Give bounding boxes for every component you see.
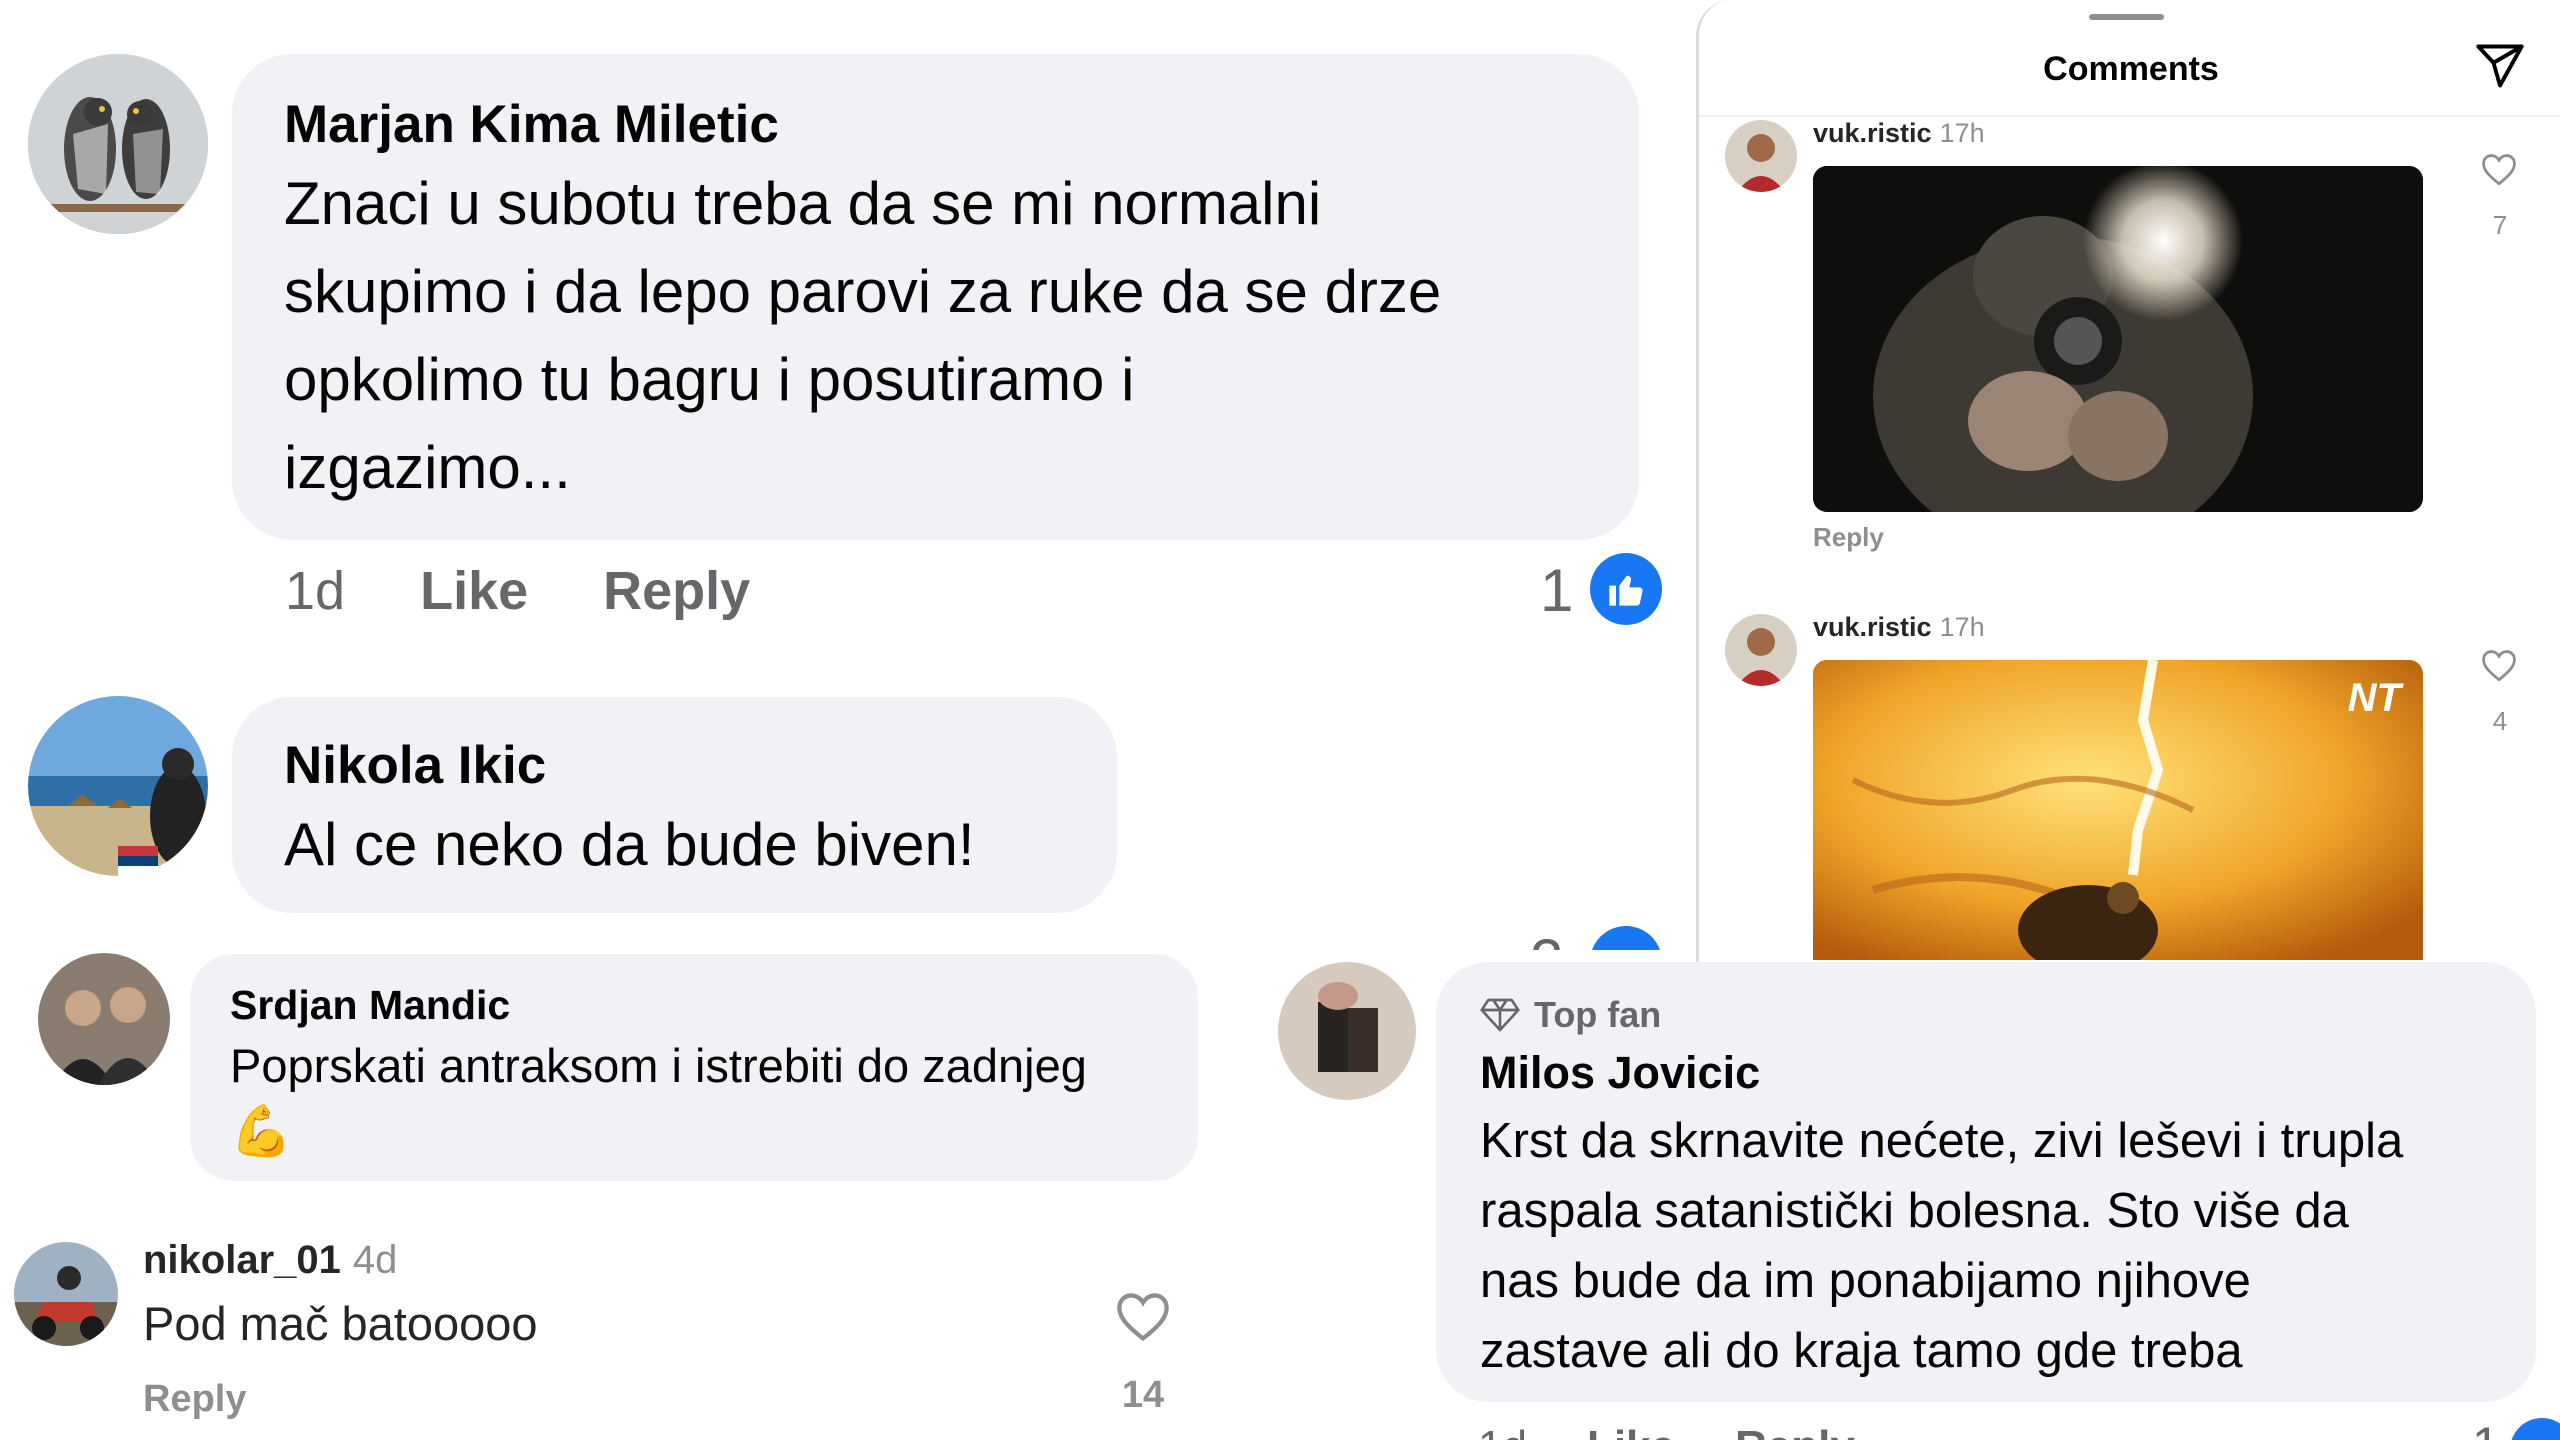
reaction-count: 2: [1530, 926, 1563, 950]
commenter-name[interactable]: Milos Jovicic: [1480, 1040, 2492, 1106]
comment-text: Pod mač batooooo: [143, 1297, 538, 1350]
profile-photo-icon: [1278, 962, 1416, 1100]
gif-watermark: NT: [2347, 676, 2401, 720]
avatar[interactable]: [1278, 962, 1416, 1100]
comment-text: Al ce neko da bude biven!: [284, 811, 975, 878]
comment-bubble: Nikola Ikic Al ce neko da bude biven!: [232, 697, 1117, 913]
heart-icon: [2482, 154, 2516, 186]
ig-username[interactable]: vuk.ristic: [1813, 612, 1932, 642]
ig-time: 17h: [1939, 612, 1985, 642]
comment-header: vuk.ristic 17h: [1813, 612, 1985, 643]
profile-photo-icon: [1725, 614, 1797, 686]
comment-header: nikolar_01 4d: [143, 1238, 397, 1283]
like-count: 14: [1121, 1374, 1165, 1416]
reply-button[interactable]: Reply: [603, 560, 750, 622]
avatar[interactable]: [28, 54, 208, 234]
comment-text-line: izgazimo...: [284, 434, 571, 501]
comment-header: vuk.ristic 17h: [1813, 118, 1985, 149]
panel-title: Comments: [2043, 50, 2219, 88]
send-icon: [2476, 44, 2524, 88]
comment-text-line: nas bude da im ponabijamo njihove: [1480, 1254, 2251, 1308]
avatar[interactable]: [1725, 120, 1797, 192]
comment-text: Poprskati antraksom i istrebiti do zadnj…: [230, 1039, 1087, 1092]
like-count: 7: [2492, 210, 2508, 240]
comment-bubble: Marjan Kima Miletic Znaci u subotu treba…: [232, 54, 1639, 540]
avatar[interactable]: [38, 953, 170, 1085]
beach-photo-icon: [28, 696, 208, 876]
ig-username[interactable]: nikolar_01: [143, 1238, 341, 1282]
bird-photo-icon: [28, 54, 208, 234]
drag-handle[interactable]: [2089, 14, 2164, 20]
commenter-name[interactable]: Nikola Ikic: [284, 731, 1065, 801]
reaction-count: 1: [2472, 1416, 2500, 1440]
heart-icon: [2482, 650, 2516, 682]
reply-button[interactable]: Reply: [1735, 1422, 1855, 1440]
comment-text-line: raspala satanistički bolesna. Sto više d…: [1480, 1184, 2349, 1238]
avatar[interactable]: [1725, 614, 1797, 686]
like-button[interactable]: [2480, 648, 2518, 687]
commenter-name[interactable]: Marjan Kima Miletic: [284, 90, 1587, 160]
like-button[interactable]: Like: [420, 560, 528, 622]
send-button[interactable]: [2474, 42, 2526, 95]
comment-time: 1d: [285, 561, 346, 621]
like-button[interactable]: [2480, 152, 2518, 191]
comment-text-line: opkolimo tu bagru i posutiramo i: [284, 346, 1135, 413]
reaction-badge[interactable]: [1590, 553, 1662, 625]
comment-bubble: Top fan Milos Jovicic Krst da skrnavite …: [1436, 962, 2536, 1402]
reaction-badge-clipped: [1590, 926, 1662, 950]
profile-photo-icon: [14, 1242, 118, 1346]
ig-time: 4d: [352, 1238, 398, 1282]
ig-comments-panel: Comments vuk.ristic 17h Reply 7 vuk.rist…: [1696, 0, 2560, 965]
commenter-name[interactable]: Srdjan Mandic: [230, 976, 1158, 1034]
reaction-badge-clipped: [2510, 1418, 2560, 1440]
avatar[interactable]: [14, 1242, 118, 1346]
comment-time: 1d: [1478, 1422, 1527, 1440]
like-button[interactable]: [1114, 1290, 1172, 1347]
profile-photo-icon: [38, 953, 170, 1085]
like-count: 4: [2492, 706, 2508, 736]
ig-time: 17h: [1939, 118, 1985, 148]
comment-text-line: zastave ali do kraja tamo gde treba: [1480, 1324, 2243, 1378]
gif-image-icon: [1813, 660, 2423, 960]
comment-text-line: skupimo i da lepo parovi za ruke da se d…: [284, 258, 1442, 325]
comment-actions-clipped: 1d Like Reply: [1478, 1422, 2378, 1440]
thumbs-up-icon: [1609, 575, 1643, 606]
comment-text-line: Krst da skrnavite nećete, zivi leševi i …: [1480, 1114, 2404, 1168]
reply-button[interactable]: Reply: [143, 1378, 246, 1421]
emoji: 💪: [230, 1103, 293, 1159]
top-fan-badge: Top fan: [1480, 990, 2492, 1040]
comment-actions: 1d Like Reply: [285, 560, 750, 630]
comment-text-line: Znaci u subotu treba da se mi normalni: [284, 170, 1322, 237]
profile-photo-icon: [1725, 120, 1797, 192]
divider: [1699, 115, 2560, 117]
avatar[interactable]: [28, 696, 208, 876]
reaction-count: 1: [1540, 557, 1574, 624]
like-button[interactable]: Like: [1587, 1422, 1675, 1440]
comment-bubble: Srdjan Mandic Poprskati antraksom i istr…: [190, 954, 1198, 1181]
heart-icon: [1117, 1293, 1169, 1342]
gif-image-icon: [1813, 166, 2423, 512]
reply-button[interactable]: Reply: [1813, 522, 1884, 553]
diamond-icon: [1480, 998, 1520, 1032]
ig-username[interactable]: vuk.ristic: [1813, 118, 1932, 148]
gif-attachment[interactable]: [1813, 166, 2423, 512]
gif-attachment[interactable]: NT: [1813, 660, 2423, 960]
badge-label: Top fan: [1534, 994, 1662, 1035]
